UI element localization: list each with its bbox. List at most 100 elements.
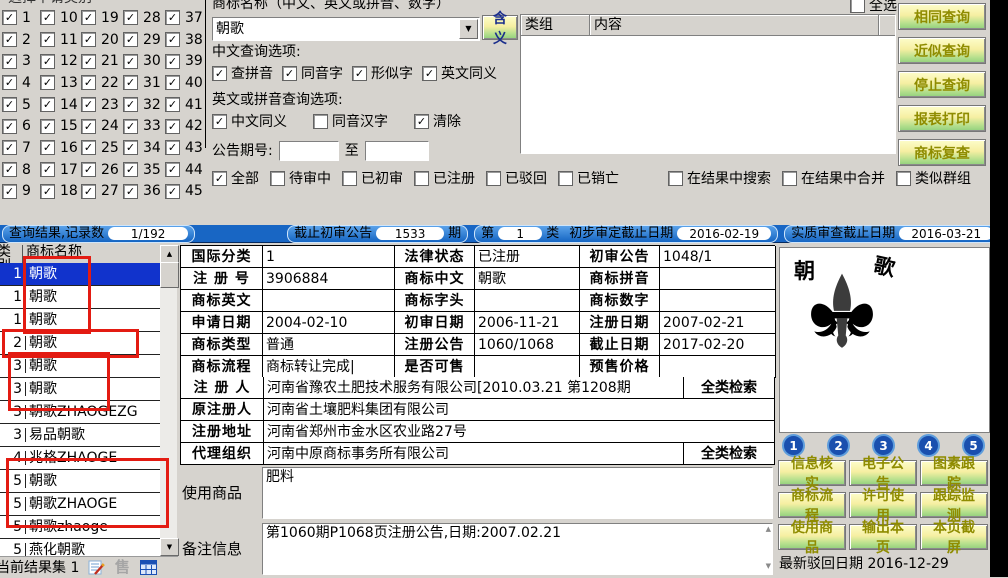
class-checkbox-item-13[interactable]: ✓13 bbox=[40, 72, 81, 94]
en-checkbox[interactable]: ✓ bbox=[212, 114, 227, 129]
class-checkbox-44[interactable]: ✓ bbox=[165, 162, 180, 177]
tool-button-8[interactable]: 输出本页 bbox=[849, 524, 917, 550]
class-group-table[interactable]: 类组 内容 bbox=[520, 14, 896, 154]
class-checkbox-item-20[interactable]: ✓20 bbox=[81, 29, 123, 51]
class-checkbox-item-44[interactable]: ✓44 bbox=[165, 159, 206, 181]
class-checkbox-14[interactable]: ✓ bbox=[40, 97, 55, 112]
tool-button-5[interactable]: 许可使用 bbox=[849, 492, 917, 518]
tool-button-9[interactable]: 本页截屏 bbox=[920, 524, 988, 550]
list-item[interactable]: 3朝歌 bbox=[0, 355, 160, 378]
meaning-button[interactable]: 含义 bbox=[482, 15, 518, 40]
cn-checkbox[interactable]: ✓ bbox=[282, 66, 297, 81]
class-checkbox-1[interactable]: ✓ bbox=[2, 10, 17, 25]
sell-icon[interactable]: 售 bbox=[113, 560, 131, 576]
class-checkbox-16[interactable]: ✓ bbox=[40, 140, 55, 155]
class-checkbox-22[interactable]: ✓ bbox=[81, 75, 96, 90]
full-class-search-button[interactable]: 全类检索 bbox=[684, 377, 775, 399]
tool-button-4[interactable]: 商标流程 bbox=[778, 492, 846, 518]
class-checkbox-25[interactable]: ✓ bbox=[81, 140, 96, 155]
class-checkbox-8[interactable]: ✓ bbox=[2, 162, 17, 177]
class-checkbox-item-37[interactable]: ✓37 bbox=[165, 7, 206, 29]
class-checkbox-21[interactable]: ✓ bbox=[81, 54, 96, 69]
class-checkbox-37[interactable]: ✓ bbox=[165, 10, 180, 25]
class-checkbox-27[interactable]: ✓ bbox=[81, 184, 96, 199]
tool-button-6[interactable]: 跟踪监测 bbox=[920, 492, 988, 518]
class-checkbox-item-9[interactable]: ✓9 bbox=[2, 181, 40, 203]
status-filter-option[interactable]: 在结果中搜索 bbox=[668, 171, 771, 186]
cn-option[interactable]: ✓查拼音 bbox=[212, 66, 273, 81]
class-checkbox-item-24[interactable]: ✓24 bbox=[81, 115, 123, 137]
class-checkbox-5[interactable]: ✓ bbox=[2, 97, 17, 112]
full-class-search-button[interactable]: 全类检索 bbox=[684, 443, 775, 465]
class-checkbox-item-21[interactable]: ✓21 bbox=[81, 50, 123, 72]
class-checkbox-item-23[interactable]: ✓23 bbox=[81, 94, 123, 116]
class-checkbox-26[interactable]: ✓ bbox=[81, 162, 96, 177]
remark-value-box[interactable]: 第1060期P1068页注册公告,日期:2007.02.21 ▲ ▼ bbox=[262, 523, 773, 575]
class-checkbox-item-3[interactable]: ✓3 bbox=[2, 50, 40, 72]
class-checkbox-23[interactable]: ✓ bbox=[81, 97, 96, 112]
action-button-5[interactable]: 商标复查 bbox=[898, 139, 986, 166]
list-scrollbar[interactable]: ▲ ▼ bbox=[160, 245, 177, 556]
class-checkbox-item-45[interactable]: ✓45 bbox=[165, 181, 206, 203]
class-checkbox-9[interactable]: ✓ bbox=[2, 184, 17, 199]
status-filter-checkbox[interactable] bbox=[782, 171, 797, 186]
class-checkbox-item-2[interactable]: ✓2 bbox=[2, 29, 40, 51]
status-filter-option[interactable]: 待审中 bbox=[270, 171, 331, 186]
en-option[interactable]: ✓清除 bbox=[414, 114, 461, 129]
class-checkbox-item-1[interactable]: ✓1 bbox=[2, 7, 40, 29]
status-filter-option[interactable]: 已销亡 bbox=[558, 171, 619, 186]
class-checkbox-2[interactable]: ✓ bbox=[2, 32, 17, 47]
class-checkbox-item-18[interactable]: ✓18 bbox=[40, 181, 81, 203]
class-checkbox-item-31[interactable]: ✓31 bbox=[123, 72, 165, 94]
class-checkbox-20[interactable]: ✓ bbox=[81, 32, 96, 47]
scroll-down-icon[interactable]: ▼ bbox=[160, 538, 179, 556]
list-item[interactable]: 5朝歌 bbox=[0, 470, 160, 493]
goods-value-box[interactable]: 肥料 bbox=[262, 467, 773, 519]
class-checkbox-12[interactable]: ✓ bbox=[40, 54, 55, 69]
class-checkbox-item-39[interactable]: ✓39 bbox=[165, 50, 206, 72]
scroll-up-icon[interactable]: ▲ bbox=[160, 245, 179, 263]
class-checkbox-item-7[interactable]: ✓7 bbox=[2, 137, 40, 159]
class-checkbox-item-28[interactable]: ✓28 bbox=[123, 7, 165, 29]
class-checkbox-item-33[interactable]: ✓33 bbox=[123, 115, 165, 137]
gazette-from-input[interactable] bbox=[279, 141, 339, 161]
list-item[interactable]: 1朝歌 bbox=[0, 263, 160, 286]
list-item[interactable]: 1朝歌 bbox=[0, 286, 160, 309]
status-filter-option[interactable]: ✓全部 bbox=[212, 171, 259, 186]
status-filter-option[interactable]: 已初审 bbox=[342, 171, 403, 186]
class-checkbox-4[interactable]: ✓ bbox=[2, 75, 17, 90]
status-filter-option[interactable]: 在结果中合并 bbox=[782, 171, 885, 186]
cn-checkbox[interactable]: ✓ bbox=[212, 66, 227, 81]
list-item[interactable]: 5朝歌zhaoge bbox=[0, 516, 160, 539]
class-checkbox-item-11[interactable]: ✓11 bbox=[40, 29, 81, 51]
class-checkbox-item-8[interactable]: ✓8 bbox=[2, 159, 40, 181]
action-button-1[interactable]: 相同查询 bbox=[898, 3, 986, 30]
class-checkbox-item-14[interactable]: ✓14 bbox=[40, 94, 81, 116]
en-checkbox[interactable] bbox=[313, 114, 328, 129]
status-filter-checkbox[interactable] bbox=[668, 171, 683, 186]
tool-button-7[interactable]: 使用商品 bbox=[778, 524, 846, 550]
class-checkbox-35[interactable]: ✓ bbox=[123, 162, 138, 177]
class-checkbox-item-25[interactable]: ✓25 bbox=[81, 137, 123, 159]
status-filter-option[interactable]: 已驳回 bbox=[486, 171, 547, 186]
class-checkbox-38[interactable]: ✓ bbox=[165, 32, 180, 47]
class-checkbox-39[interactable]: ✓ bbox=[165, 54, 180, 69]
cn-checkbox[interactable]: ✓ bbox=[352, 66, 367, 81]
class-checkbox-item-32[interactable]: ✓32 bbox=[123, 94, 165, 116]
class-checkbox-28[interactable]: ✓ bbox=[123, 10, 138, 25]
edit-note-icon[interactable] bbox=[87, 560, 105, 576]
class-checkbox-7[interactable]: ✓ bbox=[2, 140, 17, 155]
gazette-to-input[interactable] bbox=[365, 141, 429, 161]
status-filter-checkbox[interactable] bbox=[414, 171, 429, 186]
class-checkbox-17[interactable]: ✓ bbox=[40, 162, 55, 177]
class-checkbox-item-27[interactable]: ✓27 bbox=[81, 181, 123, 203]
tool-button-1[interactable]: 信息核实 bbox=[778, 460, 846, 486]
table-grid-icon[interactable] bbox=[139, 560, 157, 576]
remark-scroll-down-icon[interactable]: ▼ bbox=[766, 563, 771, 570]
class-checkbox-item-34[interactable]: ✓34 bbox=[123, 137, 165, 159]
class-checkbox-item-30[interactable]: ✓30 bbox=[123, 50, 165, 72]
class-checkbox-45[interactable]: ✓ bbox=[165, 184, 180, 199]
status-filter-checkbox[interactable] bbox=[486, 171, 501, 186]
class-checkbox-18[interactable]: ✓ bbox=[40, 184, 55, 199]
class-checkbox-item-22[interactable]: ✓22 bbox=[81, 72, 123, 94]
